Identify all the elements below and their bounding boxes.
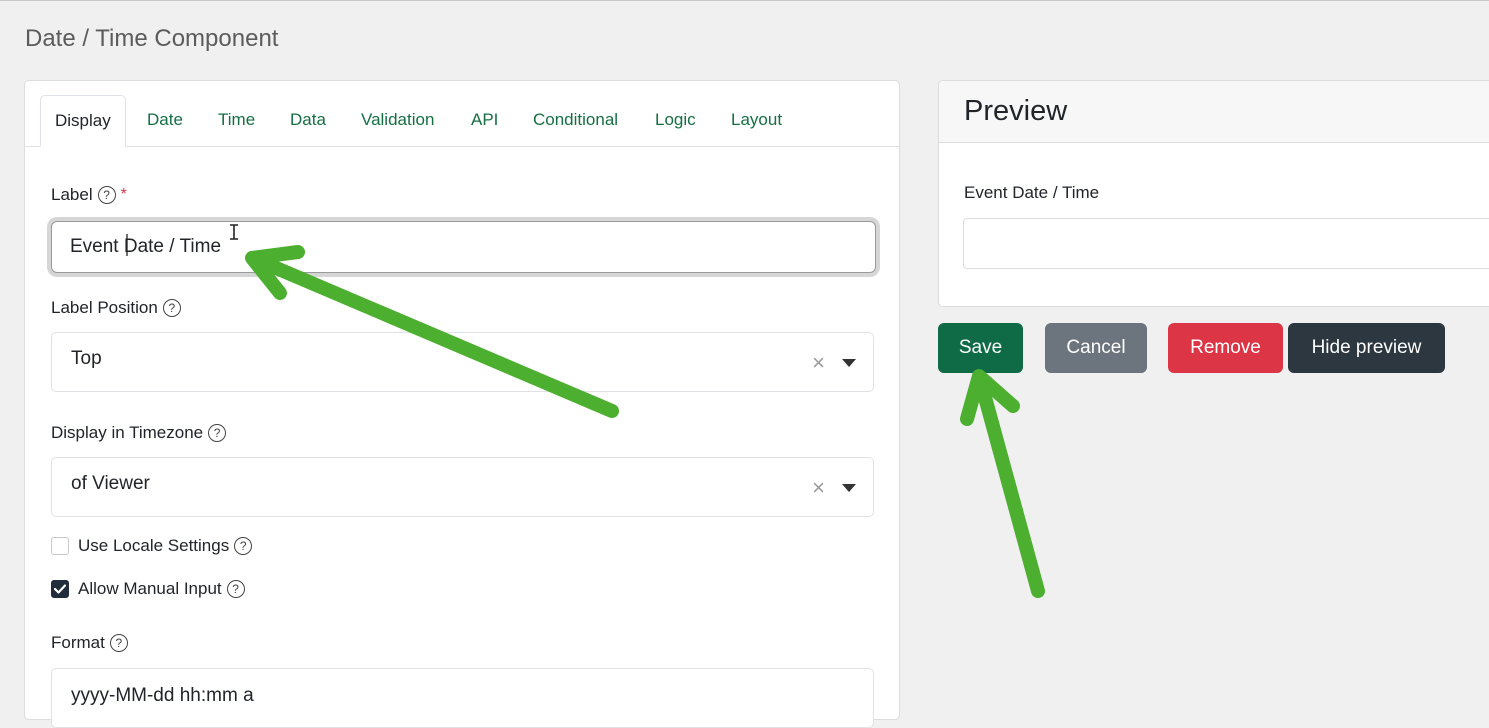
format-label: Format ? <box>51 633 128 653</box>
timezone-label-text: Display in Timezone <box>51 423 204 442</box>
tab-logic[interactable]: Logic <box>641 95 710 147</box>
cancel-button[interactable]: Cancel <box>1045 323 1147 373</box>
format-label-text: Format <box>51 633 105 652</box>
help-icon[interactable]: ? <box>208 424 227 442</box>
caret-down-icon[interactable] <box>842 359 856 367</box>
help-icon[interactable]: ? <box>226 580 245 598</box>
help-icon[interactable]: ? <box>162 299 181 317</box>
tab-api[interactable]: API <box>457 95 512 147</box>
tab-bar: Display Date Time Data Validation API Co… <box>25 81 899 147</box>
label-field-text: Label <box>51 185 93 204</box>
allow-manual-text: Allow Manual Input <box>78 579 222 598</box>
allow-manual-label: Allow Manual Input ? <box>78 579 245 599</box>
label-position-select[interactable]: Top × <box>51 332 874 392</box>
required-star: * <box>120 186 127 203</box>
tab-conditional[interactable]: Conditional <box>519 95 632 147</box>
timezone-value: of Viewer <box>71 473 150 494</box>
label-field-label: Label ? * <box>51 185 127 205</box>
label-position-value: Top <box>71 348 102 369</box>
label-position-text: Label Position <box>51 298 158 317</box>
page-title: Date / Time Component <box>25 25 279 52</box>
use-locale-text: Use Locale Settings <box>78 536 230 555</box>
format-input[interactable]: yyyy-MM-dd hh:mm a <box>51 668 874 728</box>
label-position-label: Label Position ? <box>51 298 181 318</box>
tab-time[interactable]: Time <box>204 95 269 147</box>
timezone-label: Display in Timezone ? <box>51 423 227 443</box>
timezone-select[interactable]: of Viewer × <box>51 457 874 517</box>
preview-datetime-input[interactable] <box>963 218 1489 269</box>
tab-date[interactable]: Date <box>133 95 197 147</box>
help-icon[interactable]: ? <box>234 537 253 555</box>
use-locale-checkbox[interactable] <box>51 537 69 555</box>
checkmark-icon <box>54 584 66 594</box>
tab-validation[interactable]: Validation <box>347 95 448 147</box>
help-icon[interactable]: ? <box>109 634 128 652</box>
preview-title: Preview <box>964 95 1068 127</box>
help-icon[interactable]: ? <box>97 186 116 204</box>
use-locale-label: Use Locale Settings ? <box>78 536 253 556</box>
allow-manual-checkbox[interactable] <box>51 580 69 598</box>
preview-field-label: Event Date / Time <box>964 183 1100 202</box>
preview-panel: Preview Event Date / Time <box>938 80 1489 307</box>
tab-layout[interactable]: Layout <box>717 95 796 147</box>
label-input[interactable] <box>51 221 876 273</box>
clear-icon[interactable]: × <box>812 350 825 376</box>
remove-button[interactable]: Remove <box>1168 323 1283 373</box>
hide-preview-button[interactable]: Hide preview <box>1288 323 1445 373</box>
tab-data[interactable]: Data <box>276 95 340 147</box>
arrow-to-save-icon <box>960 369 1045 598</box>
save-button[interactable]: Save <box>938 323 1023 373</box>
caret-down-icon[interactable] <box>842 484 856 492</box>
tab-display[interactable]: Display <box>40 95 126 147</box>
clear-icon[interactable]: × <box>812 475 825 501</box>
editor-panel: Display Date Time Data Validation API Co… <box>24 80 900 728</box>
